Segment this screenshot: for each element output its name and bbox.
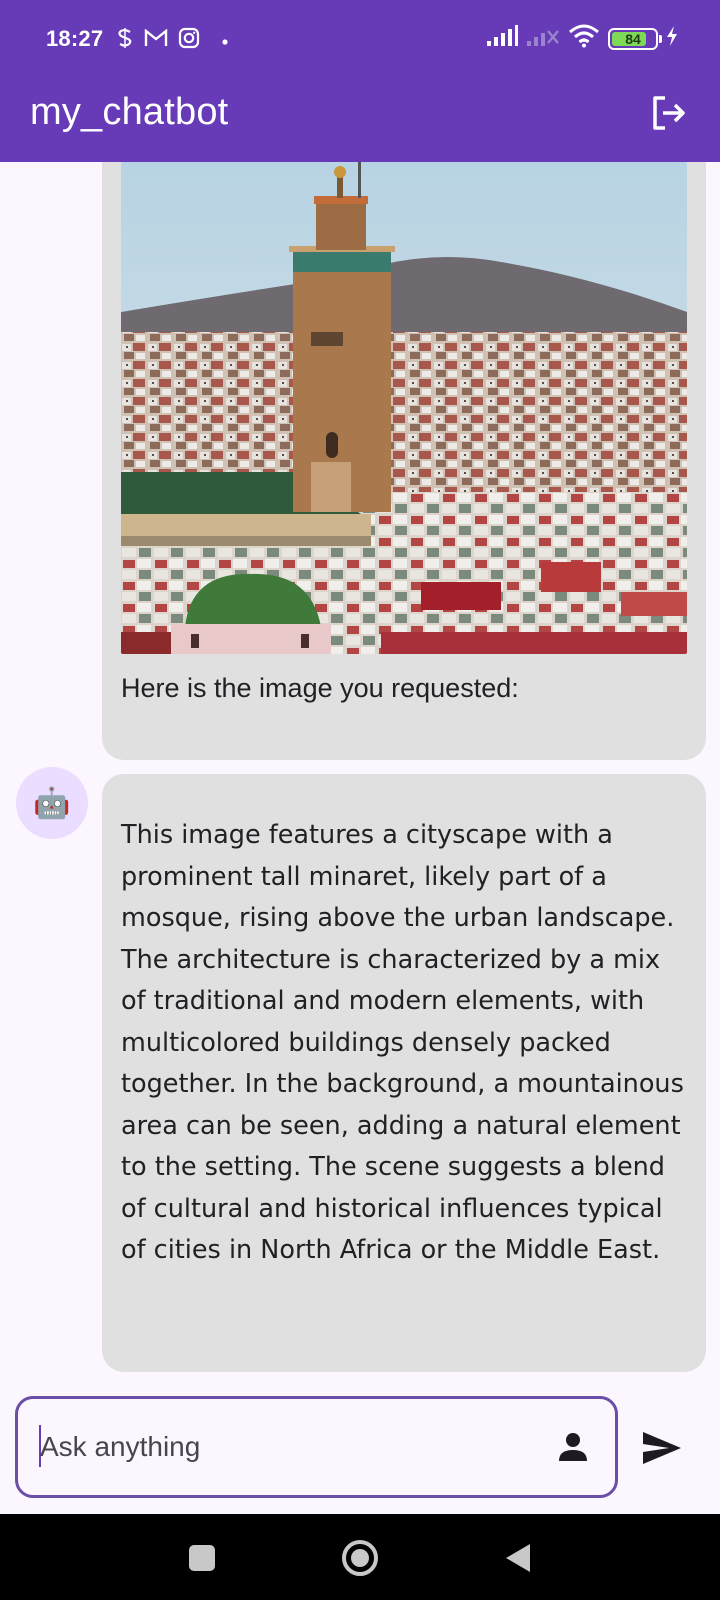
send-icon [640,1432,684,1474]
bot-avatar: 🤖 [16,767,88,839]
recents-button[interactable] [188,1544,216,1577]
logout-icon [649,93,689,138]
back-button[interactable] [504,1542,532,1579]
home-button[interactable] [340,1538,380,1583]
robot-icon: 🤖 [33,786,71,820]
message-text: This image features a cityscape with a p… [121,820,684,1265]
generated-image[interactable] [121,162,687,654]
dot-icon [222,32,228,50]
chat-input[interactable]: Ask anything [15,1396,618,1498]
app-title: my_chatbot [30,91,229,133]
signal-icon [486,25,518,52]
input-placeholder[interactable]: Ask anything [40,1431,200,1463]
s-icon [116,28,134,53]
app-bar: my_chatbot [0,80,720,162]
signal-off-icon [526,25,560,52]
message-caption: Here is the image you requested: [121,673,519,703]
instagram-icon [178,27,200,54]
person-icon[interactable] [555,1429,591,1465]
gmail-icon [144,28,168,52]
battery-level: 84 [625,30,641,47]
charging-icon [666,26,678,51]
wifi-icon [568,24,600,53]
status-bar: 18:27 84 [0,0,720,80]
chat-list[interactable]: Here is the image you requested: 🤖 This … [0,162,720,1388]
logout-button[interactable] [646,92,692,138]
battery-icon: 84 [608,27,662,50]
system-nav-bar [0,1514,720,1600]
status-time: 18:27 [46,26,104,51]
message-bubble: This image features a cityscape with a p… [102,774,706,1372]
message-bubble: Here is the image you requested: [102,162,706,760]
send-button[interactable] [640,1426,684,1470]
